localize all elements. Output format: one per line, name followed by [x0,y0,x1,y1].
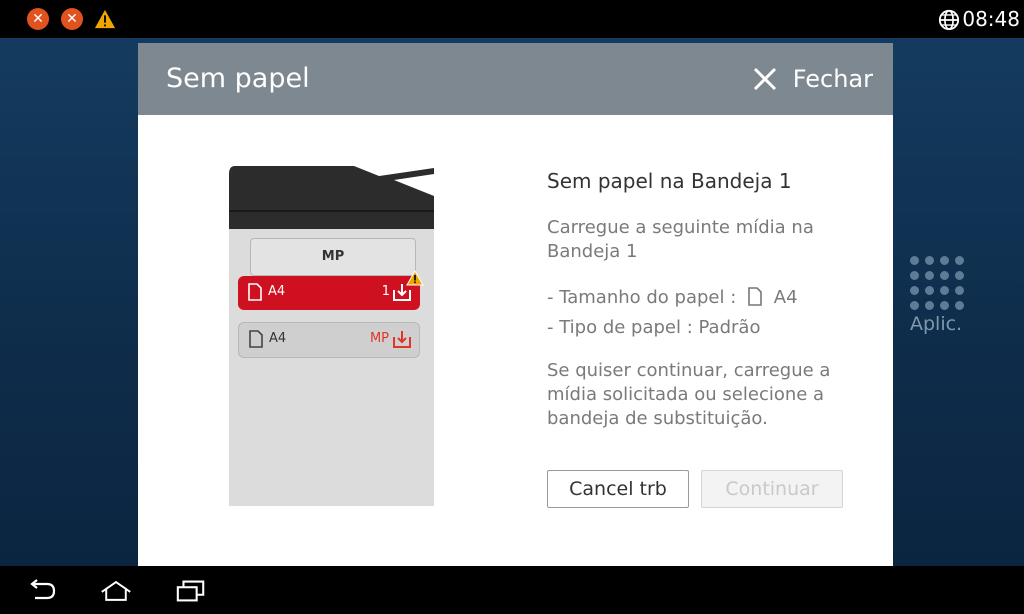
paper-out-dialog: Sem papel Fechar MP A4 1 A4 MP Sem papel… [138,43,893,566]
close-icon [753,67,776,91]
instruction-text: Carregue a seguinte mídia na Bandeja 1 [547,217,814,262]
dialog-title: Sem papel [166,63,310,94]
close-label: Fechar [792,65,873,93]
status-bar: ✕ ✕ 08:48 [0,0,1024,38]
apps-label[interactable]: Aplic. [910,313,962,335]
clock: 08:48 [962,7,1020,31]
dialog-header: Sem papel Fechar [138,43,893,115]
home-icon[interactable] [100,578,132,604]
tray-mp[interactable]: A4 MP [238,322,420,358]
continue-info-text: Se quiser continuar, carregue a mídia so… [547,360,831,429]
error-icon[interactable]: ✕ [27,8,49,30]
message-title: Sem papel na Bandeja 1 [547,169,792,193]
error-icon[interactable]: ✕ [61,8,83,30]
printer-illustration: MP A4 1 A4 MP [229,166,434,506]
continue-button[interactable]: Continuar [701,470,843,508]
globe-icon [938,9,960,31]
tray-1-number: 1 [381,284,390,299]
printer-top-icon [229,166,434,230]
document-icon [748,287,762,306]
tray-1[interactable]: A4 1 [238,276,420,310]
document-icon [249,330,263,348]
tray-mp-number: MP [369,331,389,346]
navigation-bar [0,566,1024,614]
paper-size-line: - Tamanho do papel : A4 [547,286,798,310]
warning-icon[interactable] [94,8,116,30]
paper-type-line: - Tipo de papel : Padrão [547,317,761,338]
tray-load-icon [393,331,411,348]
tray-mp-size: A4 [269,331,287,346]
document-icon [248,283,262,301]
tray-1-size: A4 [268,284,286,299]
warning-icon [406,270,424,286]
close-button[interactable]: Fechar [751,63,873,95]
cancel-job-button[interactable]: Cancel trb [547,470,689,508]
mp-tray-label: MP [250,238,416,276]
back-icon[interactable] [27,578,59,604]
recent-apps-icon[interactable] [175,578,207,604]
paper-size-value: A4 [773,287,798,308]
paper-size-label: - Tamanho do papel : [547,287,737,308]
message-content: Sem papel na Bandeja 1 [547,169,847,193]
